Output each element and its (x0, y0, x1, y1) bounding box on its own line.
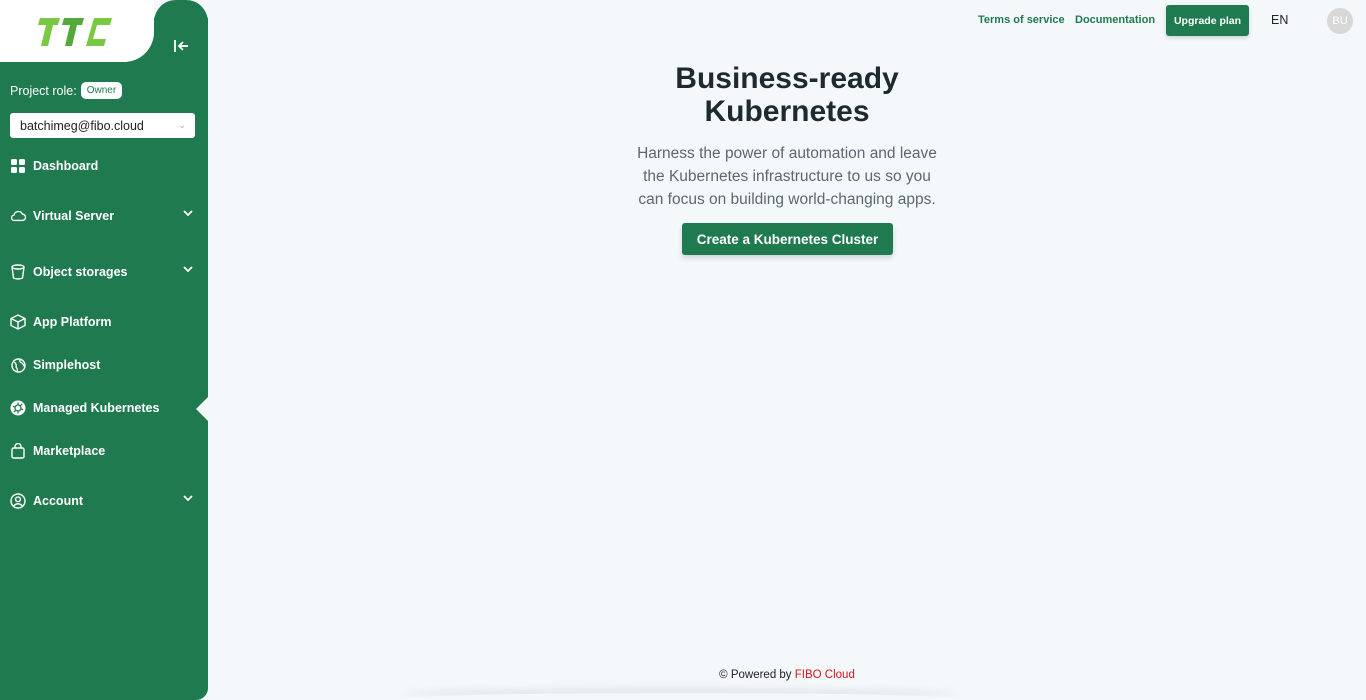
footer-shadow (400, 693, 960, 700)
hero-description-line3: can focus on building world-changing app… (638, 191, 936, 208)
sidebar-item-label: Account (33, 494, 83, 508)
terms-of-service-link[interactable]: Terms of service (978, 14, 1065, 26)
chevron-down-icon (183, 495, 193, 502)
chevron-down-icon: ⌄ (178, 120, 186, 130)
sidebar-item-label: Dashboard (33, 159, 99, 173)
sidebar-item-managed-kubernetes[interactable]: Managed Kubernetes (10, 394, 195, 422)
documentation-link[interactable]: Documentation (1075, 14, 1155, 26)
sidebar-item-object-storages[interactable]: Object storages (10, 258, 195, 286)
box-icon (10, 314, 26, 330)
project-role: Project role: Owner (10, 82, 123, 99)
globe-icon (10, 357, 26, 373)
sidebar-item-virtual-server[interactable]: Virtual Server (10, 202, 195, 230)
chevron-down-icon (183, 210, 193, 217)
footer-brand-link[interactable]: FIBO Cloud (795, 669, 855, 681)
logo-mark (38, 18, 112, 46)
cloud-icon (10, 208, 26, 224)
sidebar-item-label: Object storages (33, 265, 128, 279)
language-selector[interactable]: EN (1271, 13, 1288, 27)
logo[interactable] (0, 0, 154, 62)
sidebar-item-label: Managed Kubernetes (33, 401, 160, 415)
sidebar-item-app-platform[interactable]: App Platform (10, 308, 195, 336)
hero-description-line2: the Kubernetes infrastructure to us so y… (643, 168, 931, 185)
collapse-sidebar-button[interactable] (168, 34, 194, 58)
page-title-line1: Business-ready (675, 62, 899, 95)
sidebar-item-dashboard[interactable]: Dashboard (10, 152, 195, 180)
bucket-icon (10, 264, 26, 280)
page-title: Business-ready Kubernetes (587, 62, 987, 128)
sidebar-item-label: Virtual Server (33, 209, 115, 223)
hero-description: Harness the power of automation and leav… (617, 142, 957, 211)
create-kubernetes-cluster-button[interactable]: Create a Kubernetes Cluster (682, 223, 893, 255)
active-item-indicator (196, 396, 209, 422)
footer-prefix: © Powered by (719, 669, 792, 681)
role-badge: Owner (80, 82, 123, 99)
sidebar-item-label: App Platform (33, 315, 112, 329)
sidebar-item-account[interactable]: Account (10, 487, 195, 515)
sidebar-corner (154, 0, 208, 40)
bag-icon (10, 443, 26, 459)
footer: © Powered by FIBO Cloud (587, 669, 987, 681)
project-role-label: Project role: (10, 83, 77, 98)
grid-icon (10, 158, 26, 174)
project-select[interactable]: batchimeg@fibo.cloud ⌄ (10, 113, 195, 138)
sidebar: Project role: Owner batchimeg@fibo.cloud… (0, 0, 209, 700)
kubernetes-icon (10, 400, 26, 416)
collapse-left-icon (174, 40, 188, 52)
sidebar-item-label: Marketplace (33, 444, 106, 458)
page-title-line2: Kubernetes (704, 95, 870, 128)
user-circle-icon (10, 493, 26, 509)
sidebar-item-label: Simplehost (33, 358, 101, 372)
sidebar-item-marketplace[interactable]: Marketplace (10, 437, 195, 465)
project-select-value: batchimeg@fibo.cloud (20, 118, 144, 133)
upgrade-plan-button[interactable]: Upgrade plan (1166, 5, 1249, 36)
avatar[interactable]: BU (1327, 8, 1353, 34)
chevron-down-icon (183, 266, 193, 273)
sidebar-item-simplehost[interactable]: Simplehost (10, 351, 195, 379)
hero-description-line1: Harness the power of automation and leav… (637, 145, 937, 162)
